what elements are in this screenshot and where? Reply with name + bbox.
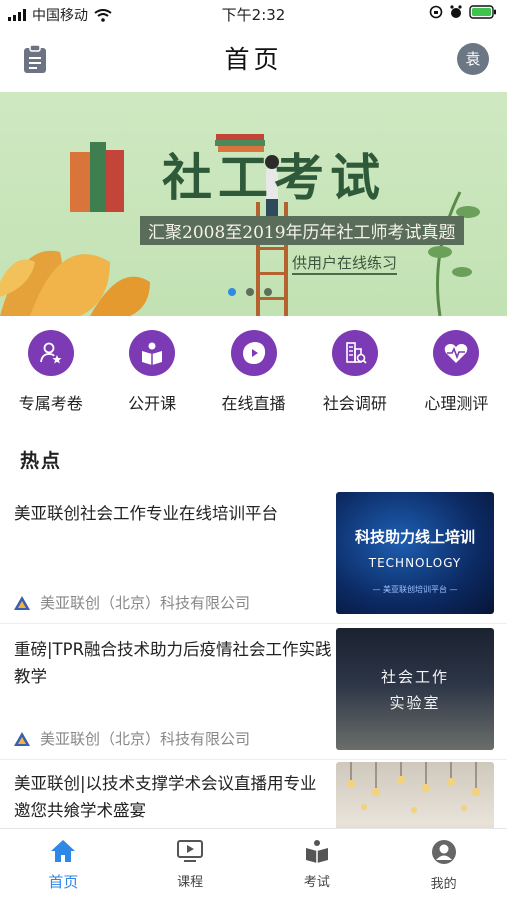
company-logo-icon — [14, 731, 30, 746]
tab-label: 我的 — [430, 877, 457, 892]
news-source-label: 美亚联创（北京）科技有限公司 — [40, 730, 251, 748]
nav-bar: 首页 袁 — [0, 26, 507, 90]
battery-icon — [469, 5, 496, 19]
tab-courses[interactable]: 课程 — [127, 829, 254, 900]
news-headline: 重磅|TPR融合技术助力后疫情社会工作实践教学 — [14, 640, 332, 686]
news-source-label: 美亚联创（北京）科技有限公司 — [40, 594, 251, 612]
lamps-photo — [347, 762, 480, 813]
thumb-subtitle: TECHNOLOGY — [368, 556, 462, 570]
open-book-icon — [305, 840, 328, 863]
news-item[interactable]: 重磅|TPR融合技术助力后疫情社会工作实践教学 美亚联创（北京）科技有限公司 社… — [0, 628, 507, 760]
menu-label: 公开课 — [128, 394, 177, 413]
play-icon — [230, 330, 277, 376]
thumb-title: 科技助力线上培训 — [354, 528, 475, 546]
banner-title: 社工考试 — [162, 148, 386, 207]
news-source: 美亚联创（北京）科技有限公司 — [14, 728, 250, 749]
user-icon — [431, 840, 456, 864]
reading-book-icon — [129, 330, 176, 376]
thumb-caption: — 美亚联创培训平台 — — [372, 585, 458, 594]
banner-carousel[interactable]: 社工考试 汇聚2008至2019年历年社工师考试真题 供用户在线练习 — [0, 92, 507, 316]
news-headline: 美亚联创|以技术支撑学术会议直播用专业邀您共飨学术盛宴 — [14, 774, 317, 820]
menu-label: 专属考卷 — [18, 394, 83, 413]
carousel-dot[interactable] — [228, 288, 236, 296]
carousel-dots — [228, 288, 272, 296]
news-thumbnail: 科技助力线上培训 TECHNOLOGY — 美亚联创培训平台 — — [336, 492, 494, 614]
banner-subtitle: 汇聚2008至2019年历年社工师考试真题 — [140, 216, 464, 245]
carousel-dot[interactable] — [264, 288, 272, 296]
menu-item-live[interactable]: 在线直播 — [203, 330, 304, 430]
menu-item-open-class[interactable]: 公开课 — [101, 330, 202, 430]
news-thumbnail: 社会工作 实验室 — [336, 628, 494, 750]
thumb-subtitle: 实验室 — [389, 694, 441, 712]
alarm-icon — [450, 5, 462, 18]
tab-label: 课程 — [177, 875, 204, 890]
avatar[interactable]: 袁 — [457, 43, 489, 75]
banner-caption: 供用户在线练习 — [292, 252, 398, 275]
page-title: 首页 — [224, 45, 283, 74]
company-logo-icon — [14, 595, 30, 610]
heart-pulse-icon — [433, 330, 480, 376]
tab-home[interactable]: 首页 — [0, 829, 127, 900]
thumb-title: 社会工作 — [380, 668, 449, 686]
news-item[interactable]: 美亚联创社会工作专业在线培训平台 美亚联创（北京）科技有限公司 科技助力线上培训… — [0, 492, 507, 624]
section-title-hot: 热点 — [20, 450, 63, 472]
news-headline: 美亚联创社会工作专业在线培训平台 — [14, 504, 278, 523]
tab-exam[interactable]: 考试 — [254, 829, 381, 900]
menu-item-psych-test[interactable]: 心理测评 — [406, 330, 507, 430]
menu-label: 心理测评 — [424, 394, 489, 413]
menu-item-survey[interactable]: 社会调研 — [304, 330, 405, 430]
tab-label: 考试 — [303, 875, 330, 890]
carousel-dot[interactable] — [246, 288, 254, 296]
quick-menu: 专属考卷 公开课 在线直播 社会调研 心理测评 — [0, 330, 507, 430]
menu-item-exam-paper[interactable]: 专属考卷 — [0, 330, 101, 430]
status-bar: 中国移动 下午2:32 — [0, 0, 507, 26]
menu-label: 社会调研 — [322, 394, 387, 413]
person-star-icon — [27, 330, 74, 376]
home-icon — [51, 840, 76, 862]
news-source: 美亚联创（北京）科技有限公司 — [14, 592, 250, 613]
lock-rotation-icon — [429, 5, 443, 19]
tab-mine[interactable]: 我的 — [380, 829, 507, 900]
tab-label: 首页 — [48, 873, 79, 891]
video-play-icon — [177, 840, 204, 862]
menu-label: 在线直播 — [221, 394, 286, 413]
tab-bar: 首页 课程 考试 我的 — [0, 828, 507, 900]
buildings-search-icon — [331, 330, 378, 376]
